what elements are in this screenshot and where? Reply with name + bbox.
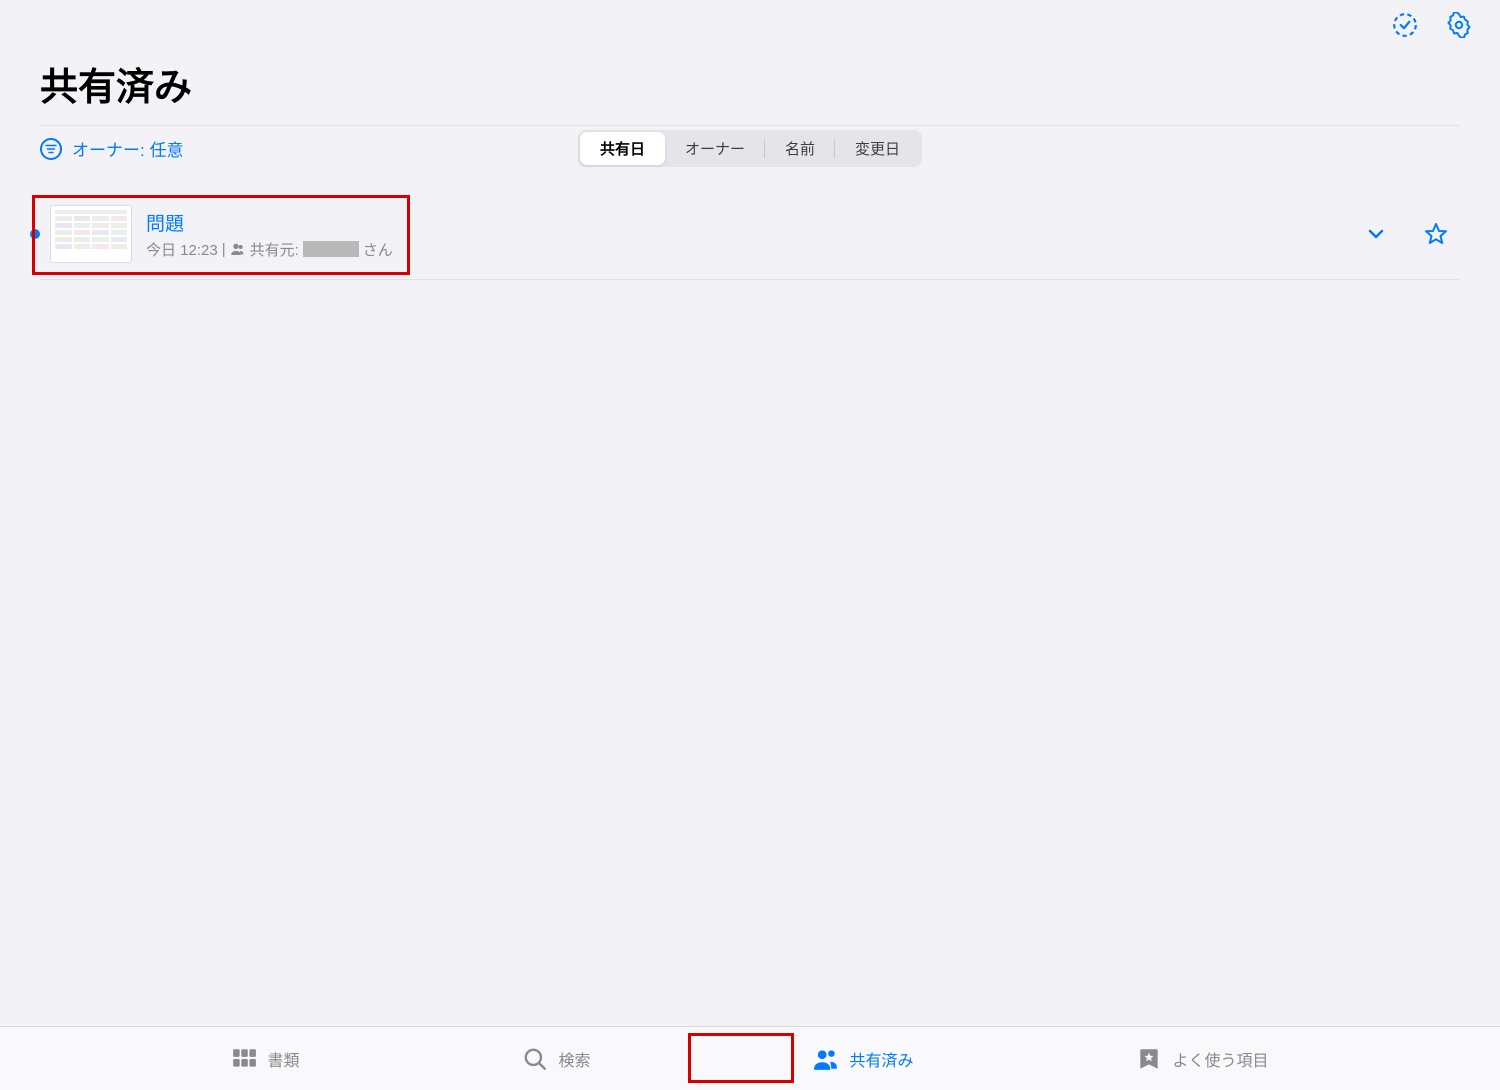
chevron-down-icon[interactable] xyxy=(1364,222,1388,246)
select-icon[interactable] xyxy=(1392,12,1418,38)
tab-search[interactable]: 検索 xyxy=(522,1046,590,1072)
gear-icon[interactable] xyxy=(1446,12,1472,38)
row-actions xyxy=(1364,222,1448,246)
file-row[interactable]: 問題 今日 12:23 | 共有元: さん xyxy=(40,201,1460,280)
segment-share-date[interactable]: 共有日 xyxy=(580,132,665,165)
star-icon[interactable] xyxy=(1424,222,1448,246)
shared-icon xyxy=(230,241,246,257)
grid-icon xyxy=(231,1046,257,1072)
star-bookmark-icon xyxy=(1136,1046,1162,1072)
file-info: 問題 今日 12:23 | 共有元: さん xyxy=(146,209,1364,260)
file-meta: 今日 12:23 | 共有元: さん xyxy=(146,239,1364,260)
segment-modified[interactable]: 変更日 xyxy=(835,132,920,165)
tab-shared[interactable]: 共有済み xyxy=(813,1046,913,1072)
owner-filter-button[interactable]: オーナー: 任意 xyxy=(40,136,183,161)
sort-segmented-control: 共有日 オーナー 名前 変更日 xyxy=(578,130,922,167)
tab-label: 検索 xyxy=(558,1047,590,1071)
redacted-name xyxy=(303,241,359,257)
file-title: 問題 xyxy=(146,209,1364,236)
file-thumbnail xyxy=(50,205,132,263)
filter-list-icon xyxy=(40,138,62,160)
tab-documents[interactable]: 書類 xyxy=(231,1046,299,1072)
segment-name[interactable]: 名前 xyxy=(765,132,835,165)
segment-owner[interactable]: オーナー xyxy=(665,132,765,165)
owner-filter-label: オーナー: 任意 xyxy=(72,136,183,161)
search-icon xyxy=(522,1046,548,1072)
tab-favorites[interactable]: よく使う項目 xyxy=(1136,1046,1268,1072)
tab-label: 共有済み xyxy=(849,1047,913,1071)
tab-label: 書類 xyxy=(267,1047,299,1071)
unread-dot-icon xyxy=(30,229,40,239)
tab-label: よく使う項目 xyxy=(1172,1047,1268,1071)
page-title: 共有済み xyxy=(0,38,1500,125)
tab-bar: 書類 検索 共有済み よく使う項目 xyxy=(0,1026,1500,1090)
people-icon xyxy=(813,1046,839,1072)
